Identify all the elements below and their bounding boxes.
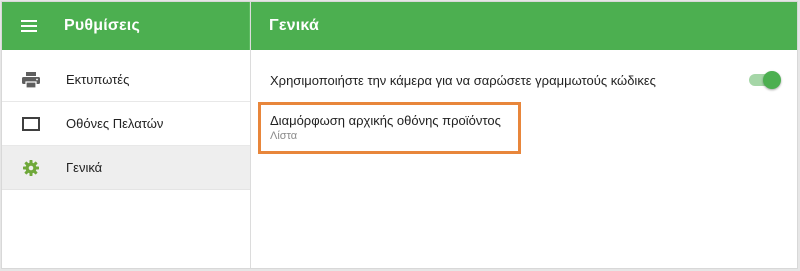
hamburger-menu-icon: [21, 20, 37, 32]
sidebar-title: Ρυθμίσεις: [64, 17, 140, 34]
printer-icon: [2, 58, 60, 102]
camera-barcode-setting[interactable]: Χρησιμοποιήστε την κάμερα για να σαρώσετ…: [270, 68, 781, 92]
sidebar-item-label: Γενικά: [66, 160, 103, 175]
sidebar-item-printers[interactable]: Εκτυπωτές: [2, 58, 250, 102]
sidebar-item-label: Οθόνες Πελατών: [66, 116, 164, 131]
sidebar-app-bar: Ρυθμίσεις: [2, 2, 250, 50]
main-panel: Γενικά Χρησιμοποιήστε την κάμερα για να …: [251, 2, 797, 268]
main-app-bar: Γενικά: [251, 2, 797, 50]
settings-window: Ρυθμίσεις Εκτυπωτές Οθόνες Πελατών Γενικ…: [1, 1, 798, 269]
monitor-icon: [2, 102, 60, 146]
home-screen-setting[interactable]: Διαμόρφωση αρχικής οθόνης προϊόντος Λίστ…: [258, 102, 521, 154]
sidebar-item-general[interactable]: Γενικά: [2, 146, 250, 190]
page-title: Γενικά: [269, 17, 319, 34]
sidebar: Ρυθμίσεις Εκτυπωτές Οθόνες Πελατών Γενικ…: [2, 2, 251, 268]
home-screen-value: Λίστα: [270, 130, 298, 142]
home-screen-title: Διαμόρφωση αρχικής οθόνης προϊόντος: [270, 113, 501, 128]
menu-button[interactable]: [2, 2, 56, 50]
toggle-thumb: [763, 71, 781, 89]
gear-icon: [2, 146, 60, 190]
camera-barcode-toggle[interactable]: [747, 70, 781, 90]
sidebar-item-customer-displays[interactable]: Οθόνες Πελατών: [2, 102, 250, 146]
sidebar-item-label: Εκτυπωτές: [66, 72, 130, 87]
camera-barcode-label: Χρησιμοποιήστε την κάμερα για να σαρώσετ…: [270, 72, 656, 88]
